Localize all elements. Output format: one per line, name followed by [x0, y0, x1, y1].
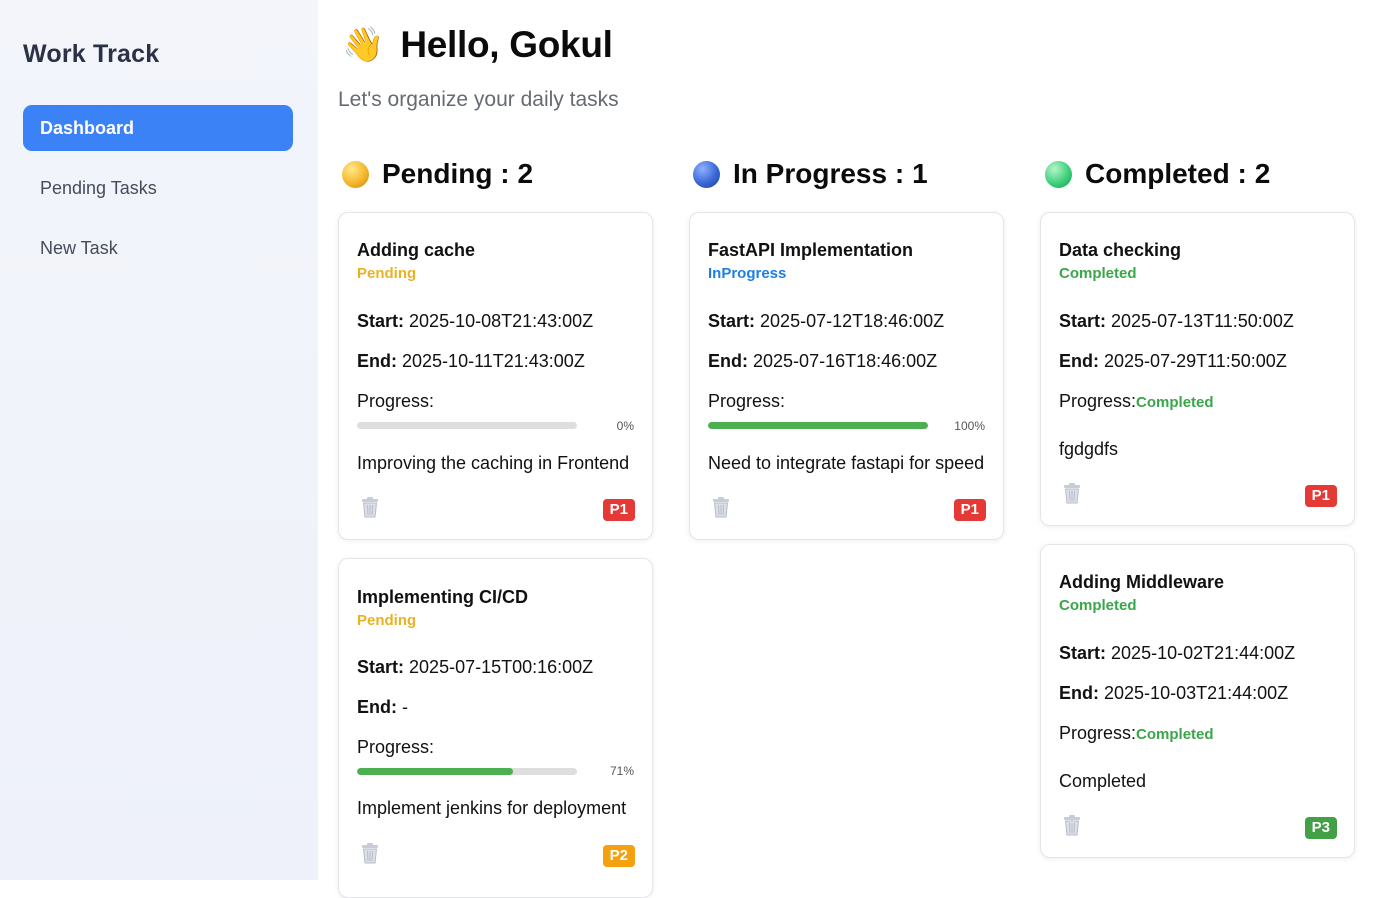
- task-start: Start: 2025-07-15T00:16:00Z: [357, 657, 593, 678]
- task-start: Start: 2025-10-08T21:43:00Z: [357, 311, 593, 332]
- progress-label: Progress:: [357, 737, 435, 757]
- priority-badge: P1: [953, 499, 986, 521]
- task-end: End: 2025-10-11T21:43:00Z: [357, 351, 585, 372]
- task-end: End: 2025-07-16T18:46:00Z: [708, 351, 937, 372]
- column-header-in-progress: In Progress : 1: [693, 155, 928, 193]
- column-count: 2: [1254, 158, 1271, 189]
- end-value: 2025-07-29T11:50:00Z: [1104, 351, 1287, 371]
- task-title: Adding Middleware: [1059, 572, 1225, 592]
- trash-icon[interactable]: [710, 496, 732, 518]
- start-label: Start:: [708, 311, 756, 331]
- column-header-completed: Completed : 2: [1045, 155, 1270, 193]
- end-label: End:: [1059, 683, 1099, 703]
- task-description: Implement jenkins for deployment: [357, 798, 627, 818]
- green-circle-icon: [1045, 160, 1072, 188]
- greeting-header: 👋 Hello, Gokul: [342, 22, 613, 68]
- end-value: -: [402, 697, 409, 717]
- column-count: 2: [517, 158, 534, 189]
- progress-bar: [357, 768, 577, 775]
- start-value: 2025-10-08T21:43:00Z: [409, 311, 594, 331]
- column-label: Pending :: [382, 158, 510, 189]
- start-value: 2025-07-13T11:50:00Z: [1111, 311, 1294, 331]
- task-card-adding-middleware[interactable]: Adding Middleware Completed Start: 2025-…: [1040, 544, 1355, 858]
- task-end: End: -: [357, 697, 408, 718]
- progress-label: Progress:: [708, 391, 786, 411]
- trash-icon[interactable]: [1061, 814, 1083, 836]
- task-title: Implementing CI/CD: [357, 587, 529, 607]
- end-label: End:: [357, 697, 397, 717]
- task-description: fgdgdfs: [1059, 439, 1119, 459]
- end-value: 2025-10-11T21:43:00Z: [402, 351, 585, 371]
- priority-badge: P2: [602, 845, 635, 867]
- column-header-pending: Pending : 2: [342, 155, 533, 193]
- task-title: Data checking: [1059, 240, 1182, 260]
- task-title: FastAPI Implementation: [708, 240, 914, 260]
- progress-bar: [357, 422, 577, 429]
- waving-hand-icon: 👋: [342, 26, 385, 64]
- progress-percent: 0%: [616, 419, 634, 433]
- start-label: Start:: [357, 311, 405, 331]
- progress-label: Progress:: [1059, 723, 1137, 743]
- progress-label: Progress:: [357, 391, 435, 411]
- task-start: Start: 2025-07-12T18:46:00Z: [708, 311, 944, 332]
- task-status: Pending: [357, 612, 417, 629]
- blue-circle-icon: [693, 160, 720, 188]
- start-value: 2025-10-02T21:44:00Z: [1111, 643, 1296, 663]
- priority-badge: P1: [602, 499, 635, 521]
- column-label: In Progress :: [733, 158, 905, 189]
- end-label: End:: [357, 351, 397, 371]
- start-label: Start:: [1059, 311, 1107, 331]
- end-label: End:: [1059, 351, 1099, 371]
- task-card-fastapi-implementation[interactable]: FastAPI Implementation InProgress Start:…: [689, 212, 1004, 540]
- task-status: Completed: [1059, 597, 1137, 614]
- task-end: End: 2025-10-03T21:44:00Z: [1059, 683, 1288, 704]
- column-label: Completed :: [1085, 158, 1247, 189]
- priority-badge: P3: [1304, 817, 1337, 839]
- task-description: Need to integrate fastapi for speed: [708, 453, 985, 473]
- task-status: Completed: [1059, 265, 1137, 282]
- task-start: Start: 2025-07-13T11:50:00Z: [1059, 311, 1294, 332]
- priority-badge: P1: [1304, 485, 1337, 507]
- task-title: Adding cache: [357, 240, 476, 260]
- trash-icon[interactable]: [1061, 482, 1083, 504]
- end-value: 2025-10-03T21:44:00Z: [1104, 683, 1289, 703]
- task-description: Completed: [1059, 771, 1147, 791]
- task-status: Pending: [357, 265, 417, 282]
- yellow-circle-icon: [342, 160, 369, 188]
- start-value: 2025-07-15T00:16:00Z: [409, 657, 594, 677]
- trash-icon[interactable]: [359, 842, 381, 864]
- progress-percent: 100%: [954, 419, 985, 433]
- task-description: Improving the caching in Frontend: [357, 453, 630, 473]
- task-start: Start: 2025-10-02T21:44:00Z: [1059, 643, 1295, 664]
- task-status: InProgress: [708, 265, 787, 282]
- column-count: 1: [912, 158, 928, 189]
- sidebar-item-pending-tasks[interactable]: Pending Tasks: [23, 165, 293, 211]
- task-progress: Progress:Completed: [1059, 391, 1214, 412]
- end-label: End:: [708, 351, 748, 371]
- progress-label: Progress:: [1059, 391, 1137, 411]
- start-label: Start:: [357, 657, 405, 677]
- start-value: 2025-07-12T18:46:00Z: [760, 311, 945, 331]
- task-progress: Progress:Completed: [1059, 723, 1214, 744]
- end-value: 2025-07-16T18:46:00Z: [753, 351, 938, 371]
- progress-fill: [708, 422, 928, 429]
- sidebar-item-dashboard[interactable]: Dashboard: [23, 105, 293, 151]
- task-end: End: 2025-07-29T11:50:00Z: [1059, 351, 1287, 372]
- progress-bar: [708, 422, 928, 429]
- progress-fill: [357, 768, 514, 775]
- progress-percent: 71%: [609, 764, 634, 778]
- sidebar-item-new-task[interactable]: New Task: [23, 225, 293, 271]
- task-card-adding-cache[interactable]: Adding cache Pending Start: 2025-10-08T2…: [338, 212, 653, 540]
- app-brand: Work Track: [23, 40, 160, 68]
- task-card-data-checking[interactable]: Data checking Completed Start: 2025-07-1…: [1040, 212, 1355, 526]
- task-card-implementing-ci-cd[interactable]: Implementing CI/CD Pending Start: 2025-0…: [338, 558, 653, 898]
- sidebar: Work Track Dashboard Pending Tasks New T…: [0, 0, 318, 880]
- progress-status: Completed: [1136, 394, 1214, 411]
- progress-status: Completed: [1136, 726, 1214, 743]
- page-subtitle: Let's organize your daily tasks: [338, 88, 619, 111]
- page-title: Hello, Gokul: [400, 24, 613, 65]
- trash-icon[interactable]: [359, 496, 381, 518]
- start-label: Start:: [1059, 643, 1107, 663]
